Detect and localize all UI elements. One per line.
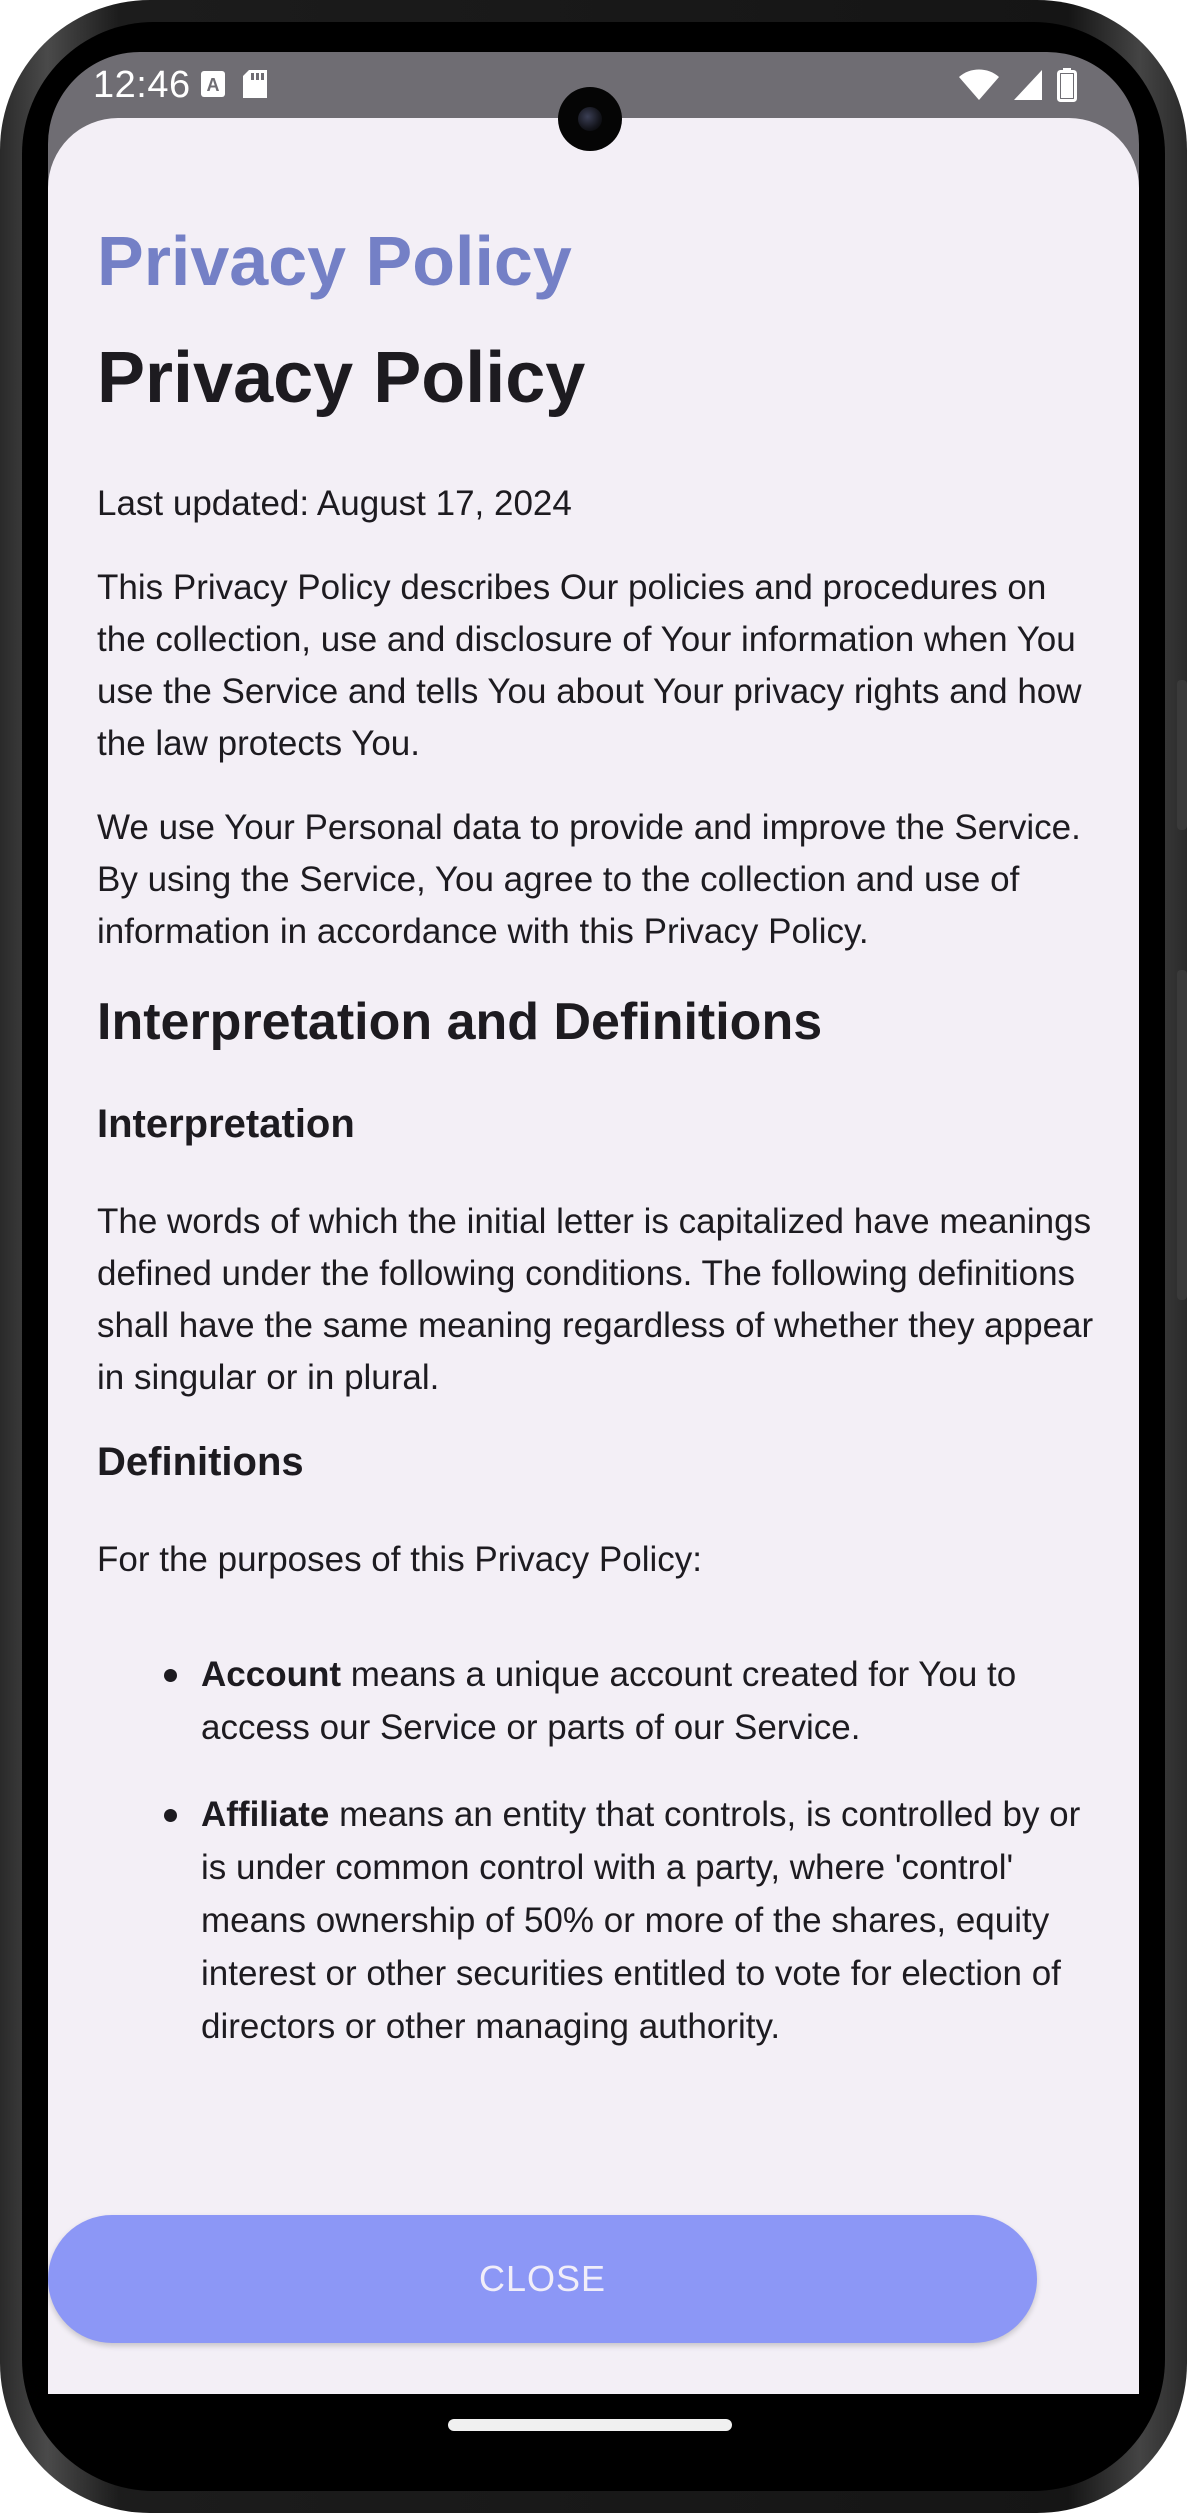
phone-frame: 12:46 A Privacy Policy Privacy Policy La…	[0, 0, 1187, 2513]
intro-paragraph: This Privacy Policy describes Our polici…	[97, 568, 1082, 763]
privacy-policy-dialog: Privacy Policy Privacy Policy Last updat…	[48, 118, 1139, 2394]
intro-paragraph: We use Your Personal data to provide and…	[97, 808, 1081, 951]
subsection-heading: Interpretation	[97, 1102, 355, 1146]
volume-button	[1177, 970, 1187, 1300]
front-camera	[558, 87, 622, 151]
bullet-icon	[164, 1669, 177, 1682]
policy-heading: Privacy Policy	[97, 338, 586, 418]
power-button	[1177, 680, 1187, 830]
dialog-title: Privacy Policy	[97, 222, 572, 300]
definition-item: Account means a unique account created f…	[164, 1648, 1097, 1754]
home-indicator[interactable]	[448, 2419, 732, 2431]
cell-signal-icon	[1013, 69, 1043, 106]
svg-text:A: A	[207, 75, 220, 95]
system-icons	[959, 68, 1077, 107]
status-time: 12:46	[93, 64, 191, 106]
last-updated-text: Last updated: August 17, 2024	[97, 484, 572, 523]
close-button[interactable]: CLOSE	[48, 2215, 1037, 2343]
sd-card-icon	[242, 69, 268, 104]
interpretation-paragraph: The words of which the initial letter is…	[97, 1202, 1094, 1397]
battery-icon	[1057, 68, 1077, 107]
definitions-intro: For the purposes of this Privacy Policy:	[97, 1540, 702, 1579]
bullet-icon	[164, 1809, 177, 1822]
policy-scroll-content[interactable]: Privacy Policy Last updated: August 17, …	[97, 336, 1097, 2130]
screen: 12:46 A Privacy Policy Privacy Policy La…	[48, 52, 1139, 2394]
notification-icons: A	[200, 69, 268, 104]
font-notification-icon: A	[200, 70, 226, 103]
definition-term: Account	[201, 1655, 341, 1694]
subsection-heading: Definitions	[97, 1440, 304, 1484]
definition-text: means an entity that controls, is contro…	[201, 1795, 1081, 2046]
wifi-icon	[959, 69, 999, 106]
definitions-list: Account means a unique account created f…	[97, 1648, 1097, 2053]
definition-term: Affiliate	[201, 1795, 330, 1834]
definition-item: Affiliate means an entity that controls,…	[164, 1788, 1097, 2053]
section-heading: Interpretation and Definitions	[97, 993, 823, 1051]
